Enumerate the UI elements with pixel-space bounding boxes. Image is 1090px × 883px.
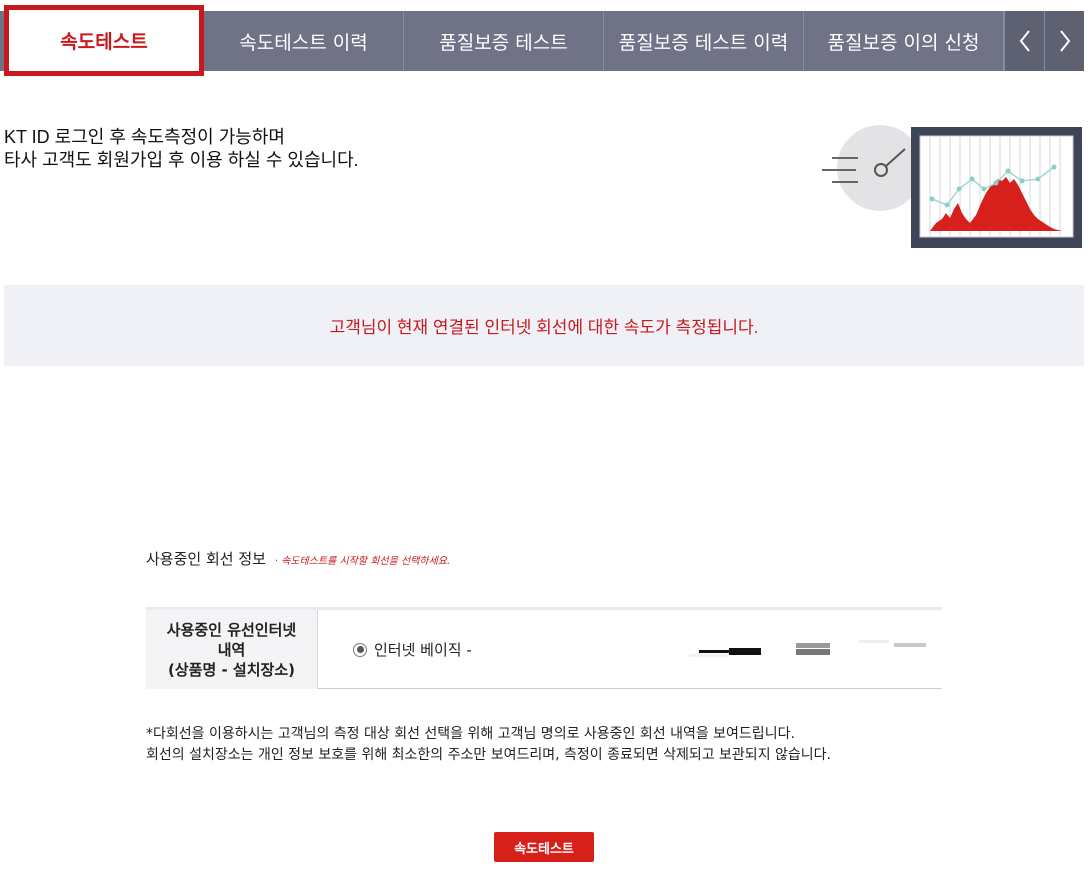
notice-text: 고객님이 현재 연결된 인터넷 회선에 대한 속도가 측정됩니다. (329, 318, 759, 337)
section-hint: · 속도테스트를 시작할 회선을 선택하세요. (274, 556, 451, 567)
tab-quality-test[interactable]: 품질보증 테스트 (404, 11, 604, 71)
header-line-1: 사용중인 유선인터넷 (166, 620, 297, 639)
line-info-header: 사용중인 유선인터넷 내역 (상품명 - 설치장소) (146, 610, 318, 689)
section-title: 사용중인 회선 정보 · 속도테스트를 시작할 회선을 선택하세요. (146, 548, 450, 569)
intro-line-1: KT ID 로그인 후 속도측정이 가능하며 (4, 127, 285, 147)
note-line-2: 회선의 설치장소는 개인 정보 보호를 위해 최소한의 주소만 보여드리며, 측… (146, 747, 831, 763)
tab-prev-button[interactable] (1004, 11, 1044, 71)
intro-line-2: 타사 고객도 회원가입 후 이용 하실 수 있습니다. (4, 150, 359, 170)
notice-paragraph: *다회선을 이용하시는 고객님의 측정 대상 회선 선택을 위해 고객님 명의로… (146, 724, 946, 766)
header-line-2: 내역 (217, 640, 246, 659)
tab-bar: 속도테스트 이력 품질보증 테스트 품질보증 테스트 이력 품질보증 이의 신청… (0, 5, 1084, 76)
line-info-table: 사용중인 유선인터넷 내역 (상품명 - 설치장소) 인터넷 베이직 - (146, 607, 942, 689)
tab-quality-objection[interactable]: 품질보증 이의 신청 (804, 11, 1004, 71)
start-speed-test-button[interactable]: 속도테스트 (494, 832, 594, 862)
line-option-label[interactable]: 인터넷 베이직 - (374, 639, 472, 660)
chevron-left-icon (1019, 30, 1030, 52)
notice-banner: 고객님이 현재 연결된 인터넷 회선에 대한 속도가 측정됩니다. (4, 285, 1084, 366)
intro-text: KT ID 로그인 후 속도측정이 가능하며 타사 고객도 회원가입 후 이용 … (4, 126, 359, 172)
speed-illustration (818, 123, 1086, 253)
line-option[interactable]: 인터넷 베이직 - (319, 610, 942, 689)
tab-quality-test-history[interactable]: 품질보증 테스트 이력 (604, 11, 804, 71)
redacted-detail (796, 643, 830, 655)
tab-speed-test-history[interactable]: 속도테스트 이력 (204, 11, 404, 71)
redacted-extra (859, 638, 929, 650)
speedometer-monitor-icon (822, 125, 1082, 248)
header-line-3: (상품명 - 설치장소) (168, 660, 295, 679)
tab-next-button[interactable] (1044, 11, 1084, 71)
section-title-text: 사용중인 회선 정보 (146, 550, 266, 568)
note-line-1: *다회선을 이용하시는 고객님의 측정 대상 회선 선택을 위해 고객님 명의로… (146, 726, 795, 742)
chevron-right-icon (1059, 30, 1070, 52)
line-radio-button[interactable] (353, 642, 367, 657)
redacted-address (689, 641, 779, 659)
tab-speed-test[interactable]: 속도테스트 (4, 5, 204, 76)
